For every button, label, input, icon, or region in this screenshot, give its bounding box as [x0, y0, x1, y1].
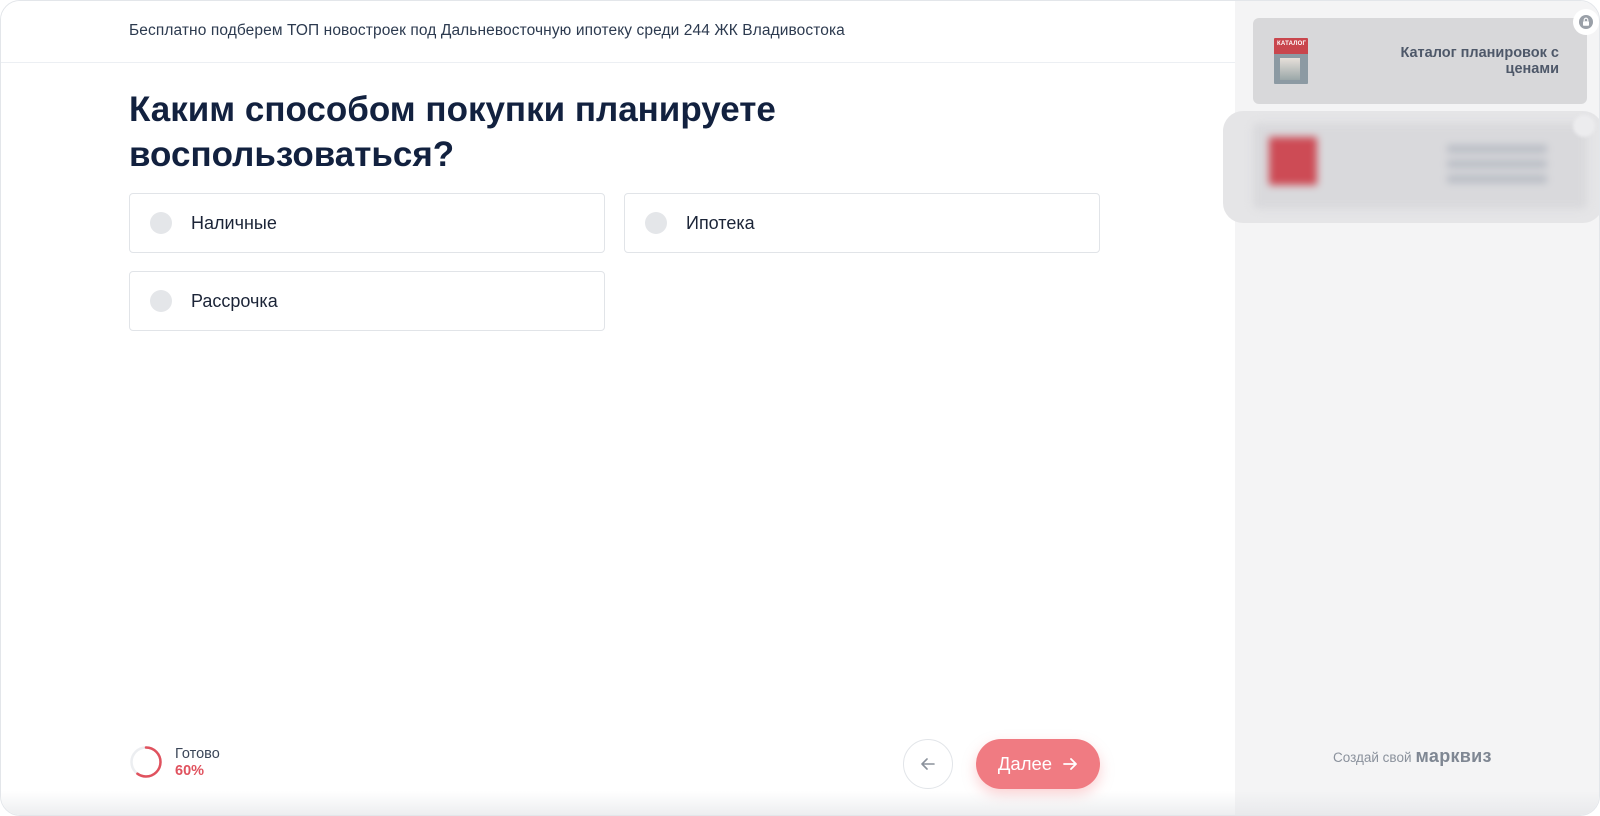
progress-value: 60%	[175, 763, 205, 779]
header-text: Бесплатно подберем ТОП новостроек под Да…	[129, 22, 845, 39]
progress-label: Готово	[175, 746, 220, 762]
bonus-card-locked-wrapper	[1223, 111, 1599, 223]
progress-text: Готово 60%	[175, 746, 220, 780]
catalog-thumbnail: КАТАЛОГ	[1274, 38, 1308, 84]
radio-button[interactable]	[150, 212, 172, 234]
radio-button[interactable]	[150, 290, 172, 312]
next-button-label: Далее	[997, 753, 1053, 774]
question-title: Каким способом покупки планируете воспол…	[129, 90, 776, 174]
thumbnail-text: КАТАЛОГ	[1277, 41, 1307, 47]
option-mortgage[interactable]: Ипотека	[624, 193, 1100, 253]
blurred-thumbnail	[1269, 137, 1317, 185]
option-label: Ипотека	[686, 213, 755, 233]
brand-logo: марквиз	[1415, 746, 1492, 766]
quiz-main-panel: Бесплатно подберем ТОП новостроек под Да…	[1, 1, 1235, 815]
bonus-card-blurred[interactable]	[1253, 123, 1587, 209]
arrow-right-icon	[1062, 756, 1078, 772]
bonus-card-title: Каталог планировок с ценами	[1400, 45, 1559, 77]
quiz-header: Бесплатно подберем ТОП новостроек под Да…	[1, 1, 1235, 63]
option-cash[interactable]: Наличные	[129, 193, 605, 253]
blurred-text	[1447, 145, 1547, 190]
lock-icon	[1573, 9, 1599, 35]
option-label: Наличные	[191, 213, 277, 233]
lock-icon	[1573, 115, 1595, 137]
bonus-card-catalog[interactable]: КАТАЛОГ Каталог планировок с ценами	[1253, 18, 1587, 104]
arrow-left-icon	[921, 758, 935, 770]
next-button[interactable]: Далее	[976, 739, 1100, 789]
thumbnail-building	[1280, 58, 1300, 80]
progress-ring	[130, 746, 162, 778]
option-label: Рассрочка	[191, 291, 278, 311]
back-button[interactable]	[903, 739, 953, 789]
option-installment[interactable]: Рассрочка	[129, 271, 605, 331]
brand-link[interactable]: Создай свой марквиз	[1333, 746, 1492, 767]
quiz-window: Бесплатно подберем ТОП новостроек под Да…	[0, 0, 1600, 816]
brand-prefix: Создай свой	[1333, 750, 1412, 765]
bonus-sidebar: КАТАЛОГ Каталог планировок с ценами Созд…	[1223, 1, 1599, 815]
radio-button[interactable]	[645, 212, 667, 234]
